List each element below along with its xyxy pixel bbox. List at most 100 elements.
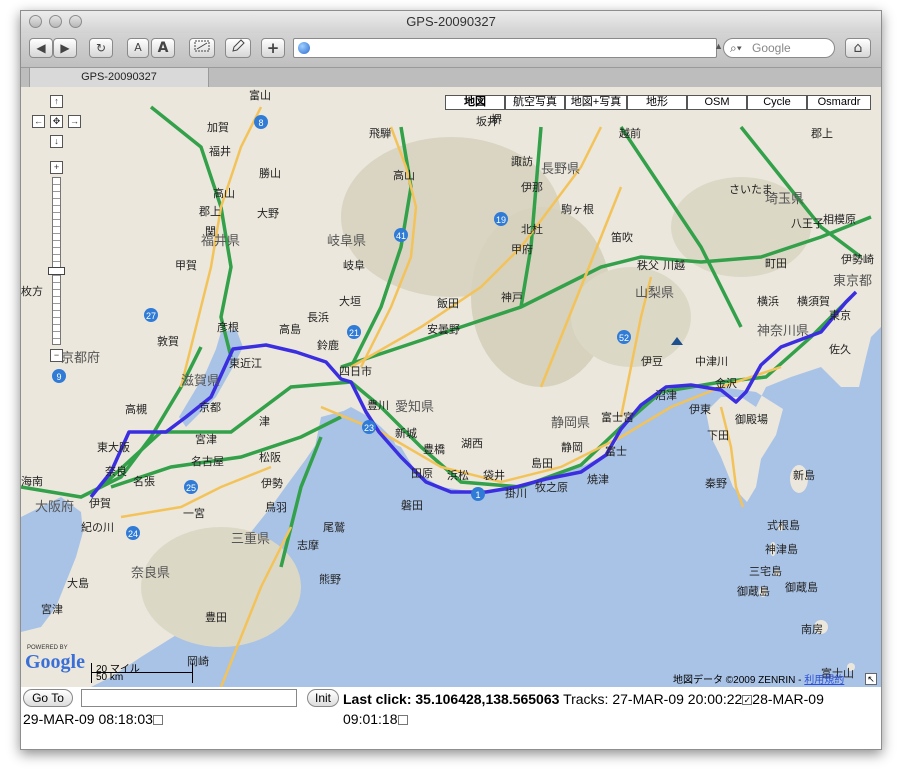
minimize-window-icon[interactable] [49, 15, 62, 28]
terms-link[interactable]: 利用規約 [804, 675, 844, 686]
city-label: 佐久 [829, 342, 851, 356]
map-canvas[interactable]: 8 9 19 21 23 25 27 41 52 24 1 福井県 岐阜県 長野… [21, 87, 881, 687]
zoom-in-button[interactable]: + [50, 161, 63, 174]
city-label: 富士 [605, 444, 627, 458]
city-label: 諏訪 [511, 154, 533, 168]
home-button[interactable]: ⌂ [845, 38, 871, 58]
zoom-slider-track[interactable] [52, 177, 61, 345]
pan-down-button[interactable]: ↓ [50, 135, 63, 148]
city-label: 牧之原 [535, 480, 568, 494]
city-label: 一宮 [183, 506, 205, 520]
add-bookmark-button[interactable]: + [261, 38, 285, 58]
track-item-1-label: 27-MAR-09 20:00:22 [612, 691, 743, 707]
city-label: 湖西 [461, 437, 483, 450]
pan-up-button[interactable]: ↑ [50, 95, 63, 108]
city-label: 四日市 [339, 364, 372, 378]
pan-right-button[interactable]: → [68, 115, 81, 128]
map-svg: 8 9 19 21 23 25 27 41 52 24 1 福井県 岐阜県 長野… [21, 87, 881, 687]
search-placeholder: Google [752, 41, 791, 55]
last-click-label: Last click: [343, 691, 412, 707]
city-label: 富士宮 [601, 410, 634, 424]
city-label: 敦賀 [157, 334, 179, 348]
track-item-3-checkbox[interactable] [152, 715, 163, 726]
copyright-text: 地図データ ©2009 ZENRIN - [673, 675, 802, 686]
edit-button[interactable] [225, 38, 251, 58]
city-label: 伊勢崎 [841, 252, 874, 266]
pan-center-button[interactable]: ✥ [50, 115, 63, 128]
city-label: 鳥羽 [265, 500, 287, 514]
map-type-cycle-button[interactable]: Cycle [747, 95, 807, 110]
map-type-map-button[interactable]: 地図 [445, 95, 505, 110]
snippet-button[interactable] [189, 38, 215, 58]
google-logo[interactable]: Google [25, 651, 85, 674]
prefecture-label: 奈良県 [131, 565, 170, 581]
city-label: 志摩 [297, 538, 319, 552]
map-type-terrain-button[interactable]: 地形 [627, 95, 687, 110]
city-label: 秦野 [705, 476, 727, 490]
city-label: 東大阪 [97, 440, 130, 454]
city-label: 京都 [199, 400, 221, 414]
city-label: 掛川 [505, 486, 527, 500]
city-label: 高山 [213, 186, 235, 200]
prefecture-label: 静岡県 [551, 416, 590, 431]
search-icon: ⌕▾ [730, 41, 742, 55]
city-label: 伊勢 [261, 476, 283, 490]
city-label: 海南 [21, 474, 43, 488]
terrain-yamanashi [571, 267, 691, 367]
init-button[interactable]: Init [307, 689, 339, 707]
city-label: 相模原 [823, 213, 856, 226]
prefecture-label: 岐阜県 [327, 233, 366, 249]
city-label: 加賀 [207, 121, 229, 134]
city-label: 福井 [209, 144, 231, 158]
address-bar[interactable]: ▲▼ [293, 38, 732, 58]
forward-button[interactable]: ▶ [53, 38, 77, 58]
city-label: 駒ヶ根 [561, 202, 594, 216]
route-shield: 52 [619, 333, 629, 343]
reload-button[interactable]: ↻ [89, 38, 113, 58]
overview-toggle-icon[interactable]: ↖ [865, 673, 877, 685]
track-item-1-checkbox[interactable]: ✓ [742, 695, 753, 706]
route-shield: 41 [396, 231, 406, 241]
prefecture-label: 長野県 [541, 162, 580, 177]
city-label: 田原 [411, 467, 433, 480]
browser-toolbar: ◀ ▶ ↻ A A + ▲▼ ⌕▾ Google ⌂ [21, 33, 881, 67]
scale-km: 50 km [96, 672, 124, 683]
map-type-osmarender-button[interactable]: Osmardr [807, 95, 871, 110]
route-shield: 9 [56, 372, 61, 382]
text-smaller-button[interactable]: A [127, 38, 149, 58]
zoom-out-button[interactable]: − [50, 349, 63, 362]
close-window-icon[interactable] [29, 15, 42, 28]
city-label: 大島 [67, 576, 89, 590]
city-label: 飯田 [437, 296, 459, 310]
city-label: 豊橋 [423, 442, 445, 456]
map-type-satellite-button[interactable]: 航空写真 [505, 95, 565, 110]
route-shield: 8 [258, 118, 263, 128]
city-label: 豊川 [367, 399, 389, 412]
zoom-slider-handle[interactable] [48, 267, 65, 275]
city-label: 焼津 [587, 473, 609, 486]
city-label: 沼津 [655, 388, 677, 402]
search-field[interactable]: ⌕▾ Google [723, 38, 835, 58]
zoom-window-icon[interactable] [69, 15, 82, 28]
map-type-osm-button[interactable]: OSM [687, 95, 747, 110]
city-label: 高島 [279, 322, 301, 336]
city-label: 宮津 [41, 602, 63, 616]
city-label: 富山 [249, 88, 271, 102]
city-label: 伊東 [689, 403, 711, 416]
goto-button[interactable]: Go To [23, 689, 73, 707]
text-bigger-button[interactable]: A [151, 38, 175, 58]
back-button[interactable]: ◀ [29, 38, 53, 58]
tab-bar: GPS-20090327 [21, 67, 881, 88]
route-shield: 21 [349, 328, 359, 338]
controls-panel: Go To Init Last click: 35.106428,138.565… [21, 687, 881, 749]
tracks-label: Tracks: [563, 691, 609, 707]
city-label: 堺 [491, 113, 502, 126]
tab-gps[interactable]: GPS-20090327 [29, 68, 209, 88]
city-label: 下田 [707, 429, 729, 442]
prefecture-label: 京都府 [61, 351, 100, 366]
pencil-icon [232, 39, 245, 52]
city-label: 豊田 [205, 611, 227, 624]
goto-input[interactable] [81, 689, 297, 707]
map-type-hybrid-button[interactable]: 地図+写真 [565, 95, 627, 110]
pan-left-button[interactable]: ← [32, 115, 45, 128]
